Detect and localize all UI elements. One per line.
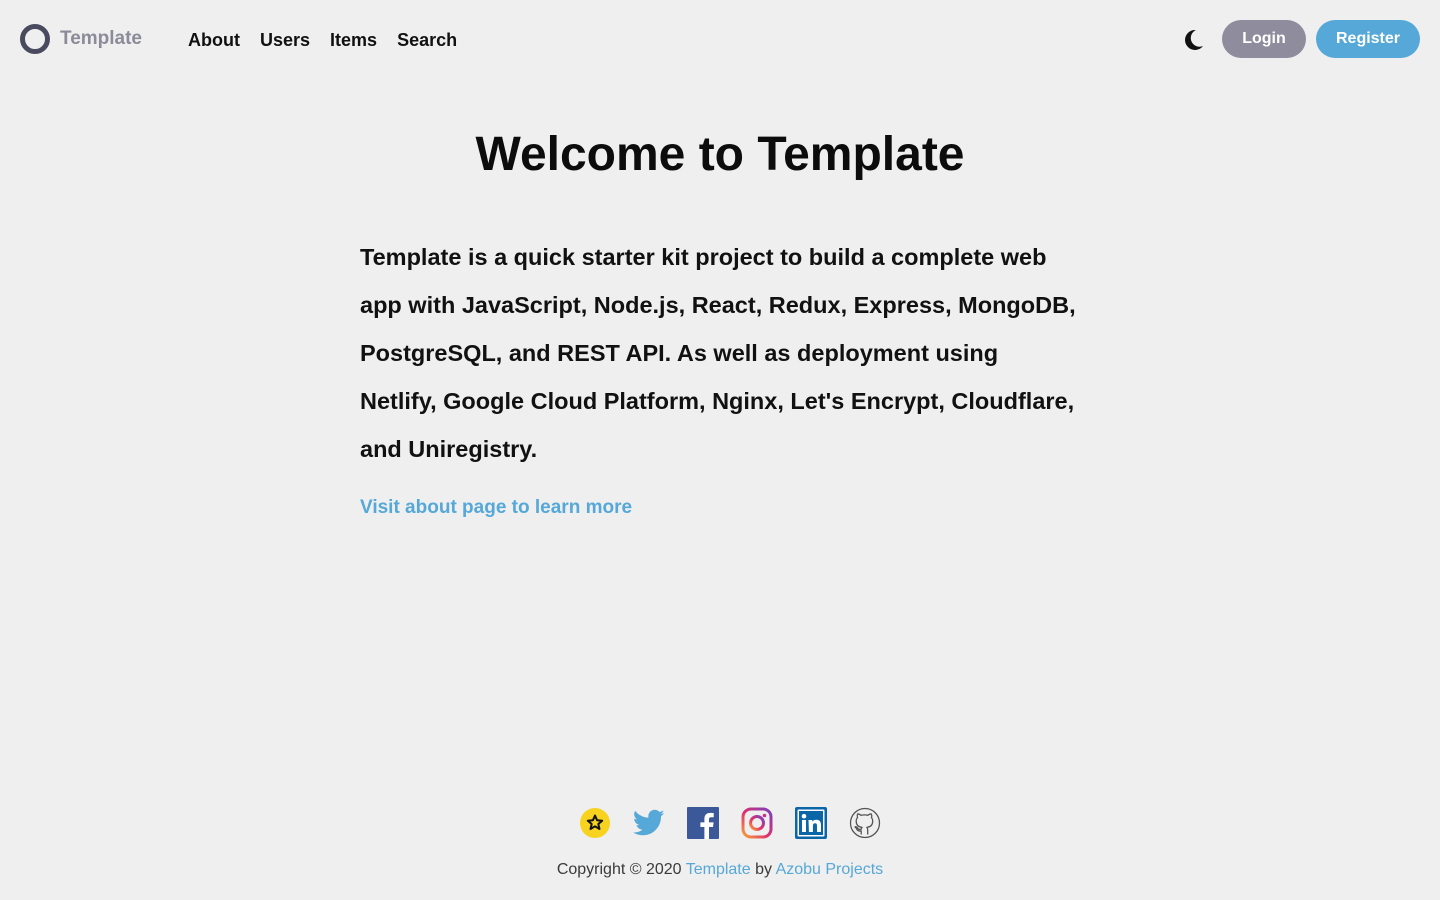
nav-link-users[interactable]: Users: [260, 28, 310, 52]
copyright-prefix: Copyright © 2020: [556, 861, 682, 878]
copyright-text: Copyright © 2020 Template by Azobu Proje…: [0, 861, 1440, 879]
github-icon[interactable]: [848, 806, 882, 840]
copyright-by: by: [755, 861, 772, 878]
register-button[interactable]: Register: [1316, 20, 1420, 58]
social-links: [578, 806, 882, 840]
footer-author-link[interactable]: Azobu Projects: [776, 861, 884, 878]
intro-paragraph: Template is a quick starter kit project …: [360, 244, 1076, 462]
nav-link-search[interactable]: Search: [397, 28, 457, 52]
footer-brand-link[interactable]: Template: [686, 861, 751, 878]
login-button[interactable]: Login: [1222, 20, 1306, 58]
main-nav: About Users Items Search: [188, 28, 477, 52]
page-title: Welcome to Template: [475, 128, 965, 181]
star-icon[interactable]: [578, 806, 612, 840]
linkedin-icon[interactable]: [794, 806, 828, 840]
facebook-icon[interactable]: [686, 806, 720, 840]
brand-name: Template: [60, 28, 143, 49]
brand-logo-link[interactable]: Template: [20, 24, 142, 54]
twitter-icon[interactable]: [632, 806, 666, 840]
brand-ring-icon: [20, 24, 50, 54]
instagram-icon[interactable]: [740, 806, 774, 840]
moon-icon[interactable]: [1180, 27, 1206, 53]
nav-link-items[interactable]: Items: [330, 28, 377, 52]
about-page-link[interactable]: Visit about page to learn more: [360, 497, 632, 519]
nav-link-about[interactable]: About: [188, 28, 240, 52]
top-navbar: Template About Users Items Search Login …: [0, 0, 1440, 78]
